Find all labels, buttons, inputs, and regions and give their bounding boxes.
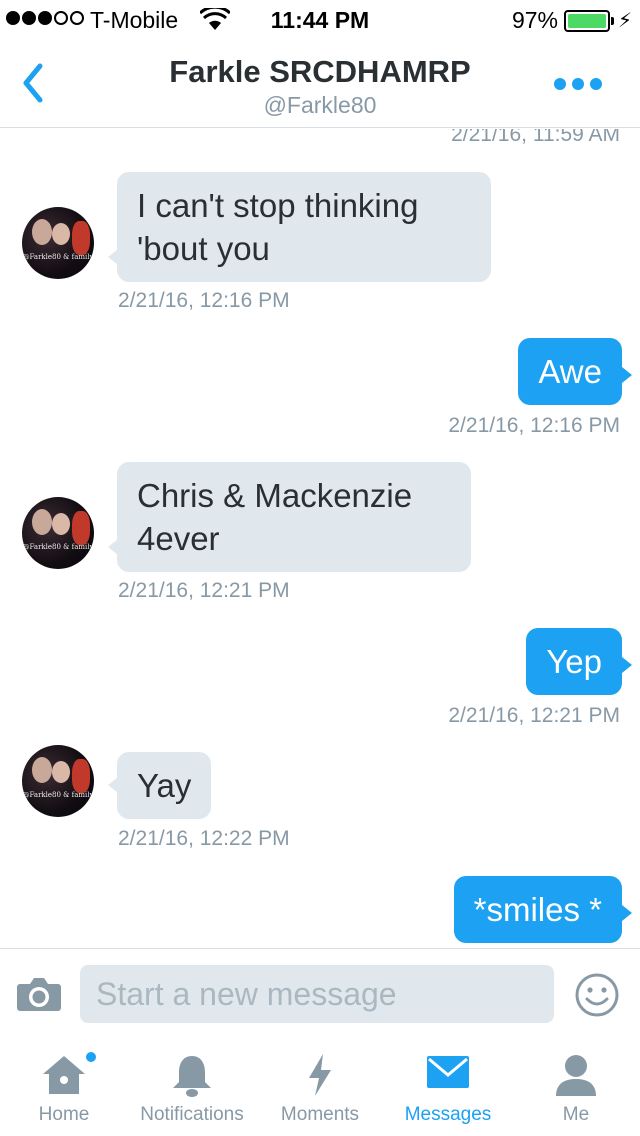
- conversation-handle: @Farkle80: [263, 92, 377, 118]
- tab-label: Me: [562, 1104, 590, 1125]
- outgoing-message-bubble[interactable]: Awe: [518, 338, 622, 405]
- conversation-header: Farkle SRCDHAMRP @Farkle80: [0, 40, 640, 128]
- battery-percentage: 97%: [511, 7, 558, 33]
- sender-avatar[interactable]: @Farkle80 & family: [22, 497, 94, 569]
- envelope-icon: [427, 1056, 469, 1088]
- message-thread[interactable]: 2/21/16, 11:59 AM @Farkle80 & family I c…: [0, 129, 640, 948]
- tab-notifications[interactable]: Notifications: [126, 1038, 258, 1136]
- person-icon: [556, 1055, 596, 1096]
- battery-tip: [611, 17, 614, 25]
- tab-moments[interactable]: Moments: [270, 1038, 370, 1136]
- message-timestamp: 2/21/16, 12:21 PM: [118, 579, 290, 602]
- avatar-caption: @Farkle80 & family: [22, 791, 94, 799]
- sender-avatar[interactable]: @Farkle80 & family: [22, 745, 94, 817]
- emoji-icon[interactable]: [574, 972, 620, 1018]
- tab-bar: Home Notifications Moments Messages Me: [0, 1038, 640, 1136]
- notification-badge: [84, 1050, 98, 1064]
- outgoing-message-bubble[interactable]: Yep: [526, 628, 622, 695]
- lightning-icon: [309, 1054, 331, 1096]
- tab-label: Moments: [280, 1104, 360, 1125]
- message-timestamp: 2/21/16, 11:59 AM: [451, 129, 620, 146]
- sender-avatar[interactable]: @Farkle80 & family: [22, 207, 94, 279]
- conversation-title: Farkle SRCDHAMRP: [169, 54, 471, 89]
- message-timestamp: 2/21/16, 12:22 PM: [118, 827, 290, 850]
- incoming-message-bubble[interactable]: Chris & Mackenzie 4ever: [117, 462, 471, 572]
- charging-icon: ⚡: [617, 10, 632, 32]
- tab-label: Messages: [404, 1104, 492, 1125]
- camera-icon[interactable]: [16, 976, 62, 1012]
- tab-me[interactable]: Me: [536, 1038, 616, 1136]
- more-options-icon[interactable]: [554, 78, 602, 90]
- avatar-caption: @Farkle80 & family: [22, 253, 94, 261]
- status-bar: T-Mobile 11:44 PM 97% ⚡: [0, 0, 640, 40]
- message-composer: [0, 948, 640, 1038]
- outgoing-message-bubble[interactable]: *smiles *: [453, 876, 622, 943]
- home-icon: [43, 1056, 85, 1094]
- tab-label: Notifications: [140, 1104, 244, 1125]
- tab-home[interactable]: Home: [14, 1038, 114, 1136]
- battery-icon: [564, 10, 610, 32]
- tab-messages[interactable]: Messages: [388, 1038, 508, 1136]
- message-timestamp: 2/21/16, 12:21 PM: [448, 704, 620, 727]
- tab-label: Home: [38, 1104, 90, 1125]
- bell-icon: [173, 1056, 211, 1097]
- incoming-message-bubble[interactable]: Yay: [117, 752, 212, 819]
- message-timestamp: 2/21/16, 12:16 PM: [118, 289, 290, 312]
- message-input[interactable]: [80, 965, 554, 1023]
- avatar-caption: @Farkle80 & family: [22, 543, 94, 551]
- incoming-message-bubble[interactable]: I can't stop thinking 'bout you: [117, 172, 491, 282]
- message-timestamp: 2/21/16, 12:16 PM: [448, 414, 620, 437]
